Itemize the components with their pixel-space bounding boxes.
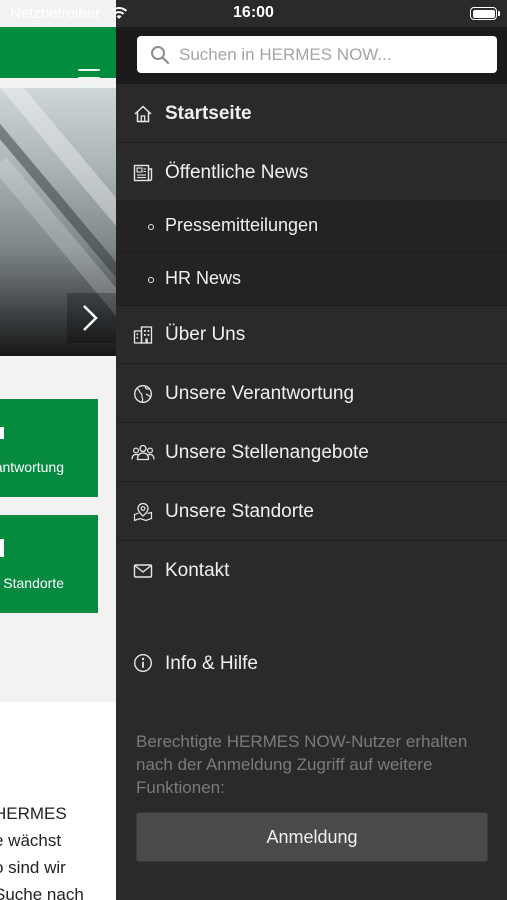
search-bar <box>116 27 507 84</box>
nav-item-label: Unsere Stellenangebote <box>165 442 369 463</box>
nav-item-startseite[interactable]: Startseite <box>116 85 507 143</box>
building-icon <box>133 326 153 344</box>
tile-icon <box>0 539 4 557</box>
info-icon <box>133 653 153 673</box>
tile-standorte[interactable]: Unsere Standorte <box>0 515 98 613</box>
login-note: Berechtigte HERMES NOW-Nutzer erhalten n… <box>136 732 468 797</box>
newspaper-icon <box>133 164 153 182</box>
tile-label: Unsere Verantwortung <box>0 459 64 475</box>
nav-item-label: Info & Hilfe <box>165 653 258 674</box>
intro-text-line: o sind wir <box>0 858 66 877</box>
tile-verantwortung[interactable]: Unsere Verantwortung <box>0 399 98 497</box>
nav-item-label: Kontakt <box>165 560 230 581</box>
nav-item-stellenangebote[interactable]: Unsere Stellenangebote <box>116 424 507 482</box>
globe-icon <box>133 384 153 404</box>
nav-item-kontakt[interactable]: Kontakt <box>116 542 507 600</box>
people-group-icon <box>131 444 155 461</box>
nav-item-label: Öffentliche News <box>165 162 309 183</box>
envelope-icon <box>133 564 153 578</box>
nav-item-ueber-uns[interactable]: Über Uns <box>116 306 507 364</box>
search-box[interactable] <box>137 36 497 73</box>
tile-icon <box>0 427 4 439</box>
intro-text-line: HERMES <box>0 804 67 823</box>
status-bar: Netzbetreiber 16:00 <box>0 0 507 27</box>
intro-text: HERMES e wächst o sind wir Suche nach <box>0 800 116 900</box>
nav-item-label: Über Uns <box>165 324 246 345</box>
hero-image <box>0 88 116 356</box>
nav-item-standorte[interactable]: Unsere Standorte <box>116 483 507 541</box>
bullet-icon <box>148 277 154 283</box>
battery-icon <box>470 7 500 20</box>
clock: 16:00 <box>233 4 274 21</box>
subnav-item-pressemitteilungen[interactable]: Pressemitteilungen <box>116 200 507 253</box>
app-header <box>0 27 116 87</box>
search-input[interactable] <box>179 36 489 73</box>
home-icon <box>134 105 152 123</box>
nav-item-verantwortung[interactable]: Unsere Verantwortung <box>116 365 507 423</box>
nav-item-label: Unsere Standorte <box>165 501 314 522</box>
intro-text-section: HERMES e wächst o sind wir Suche nach <box>0 702 116 900</box>
nav-item-label: Unsere Verantwortung <box>165 383 355 404</box>
nav-item-info-hilfe[interactable]: Info & Hilfe <box>116 636 507 694</box>
map-pin-icon <box>133 502 153 522</box>
tile-label: Unsere Standorte <box>0 575 64 591</box>
nav-item-news[interactable]: Öffentliche News <box>116 144 507 202</box>
carousel-next-button[interactable] <box>67 293 116 343</box>
subnav-item-hr-news[interactable]: HR News <box>116 253 507 306</box>
search-icon <box>151 46 170 65</box>
subnav-item-label: Pressemitteilungen <box>165 215 319 235</box>
nav-item-label: Startseite <box>165 103 252 124</box>
intro-text-line: Suche nach <box>0 885 84 900</box>
subnav-item-label: HR News <box>165 268 242 288</box>
intro-text-line: e wächst <box>0 831 62 850</box>
navigation-drawer: Startseite Öffentliche News Pressemittei… <box>116 0 507 900</box>
login-button[interactable]: Anmeldung <box>136 812 488 862</box>
bullet-icon <box>148 224 154 230</box>
hamburger-menu-icon[interactable] <box>78 69 100 87</box>
